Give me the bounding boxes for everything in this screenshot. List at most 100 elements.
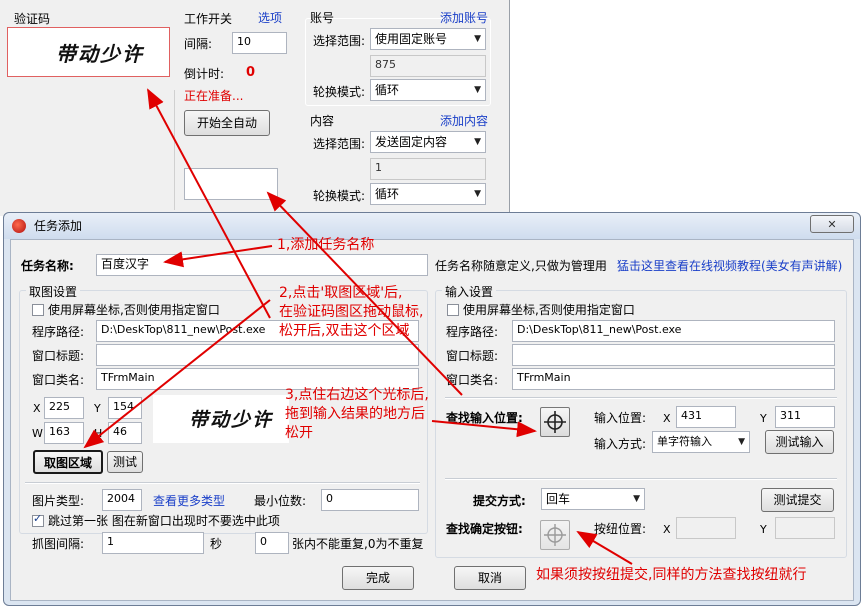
test-input-button[interactable]: 测试输入 [765,430,834,454]
account-group-title: 账号 [310,11,335,25]
annotation-step2-line3: 松开后,双击这个区域 [279,323,410,339]
capture-h-label: H [94,427,103,440]
find-button-label: 查找确定按钮: [446,522,523,536]
input-screen-coords-checkbox[interactable] [447,304,459,316]
content-scope-select[interactable]: 发送固定内容 ▼ [370,131,486,153]
submit-method-select[interactable]: 回车 ▼ [541,488,645,510]
interval-input[interactable]: 10 [232,32,287,54]
find-button-crosshair[interactable] [540,520,570,550]
chevron-down-icon: ▼ [633,494,640,504]
add-content-link[interactable]: 添加内容 [440,113,488,129]
close-button[interactable]: ✕ [810,215,854,233]
capture-area-button[interactable]: 取图区域 [33,450,103,474]
content-value: 1 [370,158,486,180]
repeat-input[interactable]: 0 [255,532,289,554]
repeat-hint: 张内不能重复,0为不重复 [292,537,424,551]
captcha-text: 带动少许 [56,42,144,66]
input-window-title-label: 窗口标题: [446,349,499,363]
countdown-label: 倒计时: [184,67,225,81]
capture-x-input[interactable]: 225 [44,397,84,419]
skip-first-checkbox[interactable] [32,512,44,527]
ok-button[interactable]: 完成 [342,566,414,590]
seconds-label: 秒 [210,537,223,551]
work-switch-label: 工作开关 [184,12,233,26]
account-scope-select[interactable]: 使用固定账号 ▼ [370,28,486,50]
input-program-path-input[interactable]: D:\DeskTop\811_new\Post.exe [512,320,835,342]
start-auto-button[interactable]: 开始全自动 [184,110,270,136]
capture-window-title-input[interactable] [96,344,419,366]
annotation-step2-line1: 2,点击'取图区域'后, [279,285,403,301]
capture-w-label: W [32,427,43,440]
crosshair-icon [544,524,566,546]
content-scope-value: 发送固定内容 [375,135,448,149]
skip-first-label: 跳过第一张 图在新窗口出现时不要选中此项 [48,514,280,528]
button-pos-x-input[interactable] [676,517,736,539]
capture-interval-input[interactable]: 1 [102,532,204,554]
capture-w-input[interactable]: 163 [44,422,84,444]
find-input-crosshair[interactable] [540,407,570,437]
chevron-down-icon: ▼ [738,437,745,447]
annotation-step4: 如果须按按纽提交,同样的方法查找按纽就行 [536,567,807,583]
left-panel-divider [0,90,175,210]
input-separator-2 [445,478,837,480]
input-pos-x-label: X [663,412,671,425]
input-pos-y-label: Y [760,412,767,425]
capture-y-input[interactable]: 154 [108,397,142,419]
chevron-down-icon: ▼ [474,189,481,199]
input-pos-y-input[interactable]: 311 [775,406,835,428]
input-window-class-label: 窗口类名: [446,373,499,387]
interval-label: 间隔: [184,37,213,51]
input-pos-x-input[interactable]: 431 [676,406,736,428]
capture-test-button[interactable]: 测试 [107,451,143,473]
options-link[interactable]: 选项 [258,10,282,26]
input-window-title-input[interactable] [512,344,835,366]
account-rotate-select[interactable]: 循环 ▼ [370,79,486,101]
input-program-path-label: 程序路径: [446,325,499,339]
task-add-dialog: 任务添加 ✕ 任务名称: 百度汉字 任务名称随意定义,只做为管理用 猛击这里查看… [3,212,861,606]
button-pos-y-input[interactable] [775,517,835,539]
capture-window-title-label: 窗口标题: [32,349,85,363]
annotation-step2-line2: 在验证码图区拖动鼠标, [279,304,424,320]
button-pos-x-label: X [663,523,671,536]
chevron-down-icon: ▼ [474,34,481,44]
input-screen-coords-label: 使用屏幕坐标,否则使用指定窗口 [463,303,635,317]
annotation-step3-line1: 3,点住右边这个光标后, [285,387,429,403]
input-group-title: 输入设置 [442,284,497,300]
cancel-button[interactable]: 取消 [454,566,526,590]
chevron-down-icon: ▼ [474,137,481,147]
task-name-hint: 任务名称随意定义,只做为管理用 [435,259,607,273]
input-separator-1 [445,397,837,399]
task-name-input[interactable]: 百度汉字 [96,254,428,276]
capture-preview-area[interactable]: 带动少许 [153,395,289,443]
input-pos-label: 输入位置: [594,411,647,425]
status-text: 正在准备... [184,89,244,103]
video-tutorial-link[interactable]: 猛击这里查看在线视频教程(美女有声讲解) [617,258,842,274]
input-method-select[interactable]: 单字符输入 ▼ [652,431,750,453]
capture-screen-coords-checkbox[interactable] [32,304,44,316]
capture-y-label: Y [94,402,101,415]
find-input-label: 查找输入位置: [446,411,523,425]
log-box [184,168,278,200]
annotation-step1: 1,添加任务名称 [277,237,375,253]
app-icon [12,219,26,233]
min-digits-input[interactable]: 0 [321,489,419,511]
capture-separator [25,482,420,484]
capture-screen-coords-label: 使用屏幕坐标,否则使用指定窗口 [48,303,220,317]
account-rotate-label: 轮换模式: [313,85,366,99]
input-window-class-input[interactable]: TFrmMain [512,368,835,390]
captcha-label: 验证码 [14,12,51,26]
more-types-link[interactable]: 查看更多类型 [153,493,225,509]
capture-program-path-label: 程序路径: [32,325,85,339]
captcha-image[interactable]: 带动少许 [7,27,170,77]
capture-interval-label: 抓图间隔: [32,537,85,551]
image-type-input[interactable]: 2004 [102,489,142,511]
capture-h-input[interactable]: 46 [108,422,142,444]
add-account-link[interactable]: 添加账号 [440,10,488,26]
min-digits-label: 最小位数: [254,494,307,508]
background-window: 验证码 带动少许 工作开关 选项 间隔: 10 倒计时: 0 正在准备... 开… [0,0,510,216]
test-submit-button[interactable]: 测试提交 [761,488,834,512]
content-rotate-select[interactable]: 循环 ▼ [370,183,486,205]
dialog-title: 任务添加 [34,219,83,233]
countdown-value: 0 [246,65,256,80]
content-scope-label: 选择范围: [313,137,366,151]
